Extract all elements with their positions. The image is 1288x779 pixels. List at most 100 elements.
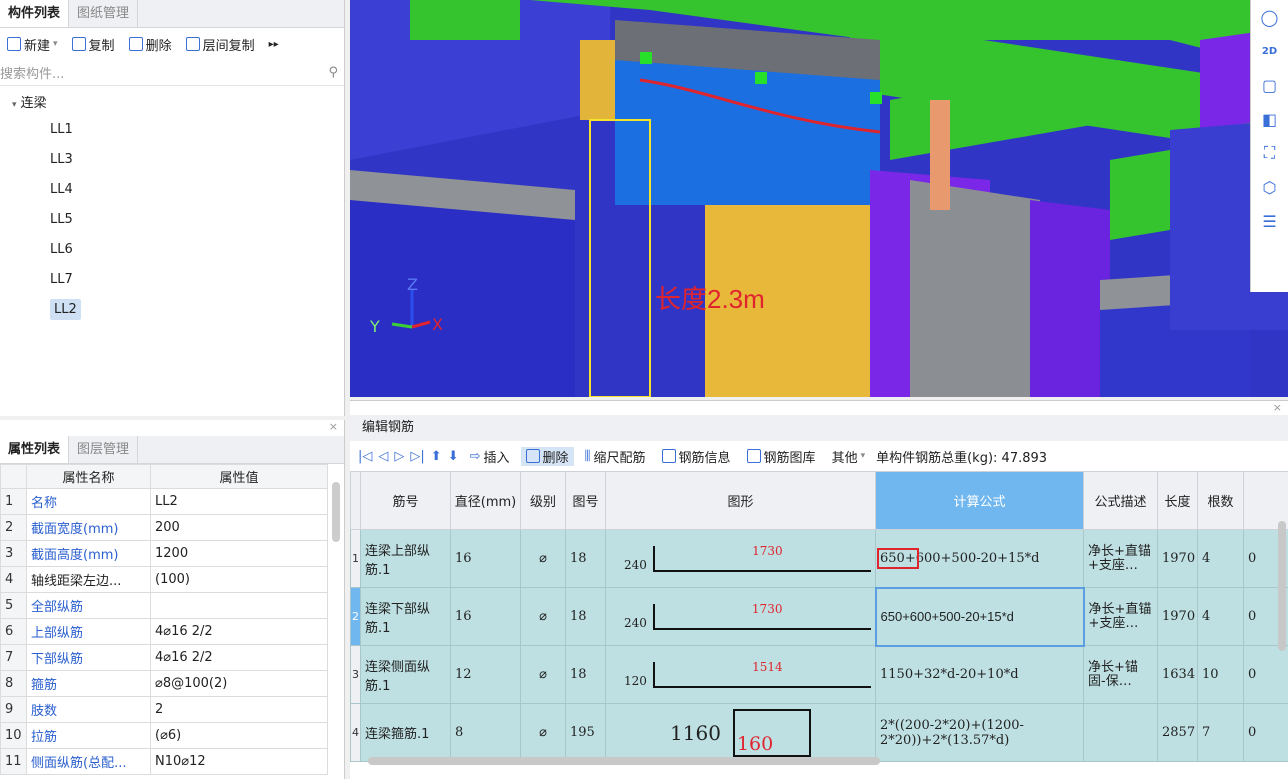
search-input[interactable]: 搜索构件... ⚲ — [0, 60, 344, 86]
vertical-scrollbar[interactable] — [1278, 521, 1286, 651]
bar-formula-desc[interactable] — [1083, 703, 1158, 762]
table-row[interactable]: 2 连梁下部纵筋.1 16 ⌀ 18 240 1730 650+600+500-20+15*d… — [350, 586, 1288, 647]
bar-grade[interactable]: ⌀ — [520, 703, 566, 762]
bar-count[interactable]: 4 — [1197, 529, 1244, 588]
property-row[interactable]: 9 肢数 2 — [0, 696, 328, 723]
bar-grade[interactable]: ⌀ — [520, 529, 566, 588]
bar-extra[interactable]: 0 — [1243, 703, 1288, 762]
bar-length[interactable]: 1970 — [1157, 587, 1198, 646]
3d-viewport[interactable]: 长度2.3m Z X Y ◯ 2D ▢ ◧ ⛶ ⬡ ☰ — [350, 0, 1288, 397]
bar-name[interactable]: 连梁侧面纵筋.1 — [360, 645, 451, 704]
tab-property-list[interactable]: 属性列表 — [0, 436, 70, 463]
tree-item[interactable]: LL5 — [0, 205, 344, 235]
fit-view-icon[interactable]: ⛶ — [1251, 136, 1288, 170]
property-row[interactable]: 3 截面高度(mm) 1200 — [0, 540, 328, 567]
bar-figure-no[interactable]: 18 — [565, 645, 606, 704]
more-tools-button[interactable]: ▸▸ — [264, 39, 284, 50]
other-menu-button[interactable]: 其他 ▾ — [827, 447, 871, 466]
table-row[interactable]: 3 连梁侧面纵筋.1 12 ⌀ 18 120 1514 1150+32*d-20+10*d 净长… — [350, 645, 1288, 704]
property-row[interactable]: 10 拉筋 (⌀6) — [0, 722, 328, 749]
bar-formula[interactable]: 650+600+500-20+15*d — [874, 586, 1085, 647]
first-icon[interactable]: |◁ — [358, 449, 372, 464]
bar-formula[interactable]: 2*((200-2*20)+(1200-2*20))+2*(13.57*d) — [875, 703, 1084, 762]
delete-button[interactable]: 删除 — [124, 35, 177, 54]
bar-count[interactable]: 10 — [1197, 645, 1244, 704]
scrollbar[interactable] — [332, 482, 340, 542]
table-row[interactable]: 4 连梁箍筋.1 8 ⌀ 195 1160 160 2*((200-2*20)+(1200-2… — [350, 703, 1288, 762]
scale-rebar-button[interactable]: ⫼ 缩尺配筋 — [580, 447, 651, 466]
close-icon[interactable]: × — [0, 420, 344, 436]
bar-diameter[interactable]: 12 — [450, 645, 521, 704]
new-button[interactable]: 新建 ▾ — [2, 35, 63, 54]
tab-drawing-management[interactable]: 图纸管理 — [69, 0, 139, 27]
bar-formula-desc[interactable]: 净长+锚固-保… — [1083, 645, 1158, 704]
bar-diameter[interactable]: 16 — [450, 587, 521, 646]
3d-solid-icon[interactable]: ◧ — [1251, 102, 1288, 136]
property-row[interactable]: 1 名称 LL2 — [0, 488, 328, 515]
3d-box-icon[interactable]: ▢ — [1251, 68, 1288, 102]
property-value[interactable]: 200 — [150, 514, 328, 541]
property-value[interactable]: ⌀8@100(2) — [150, 670, 328, 697]
insert-button[interactable]: ⇨ 插入 — [465, 447, 515, 466]
property-value[interactable]: (100) — [150, 566, 328, 593]
bar-formula-desc[interactable]: 净长+直锚+支座… — [1083, 587, 1158, 646]
property-value[interactable]: 2 — [150, 696, 328, 723]
tree-item-selected[interactable]: LL2 — [0, 295, 344, 325]
delete-rebar-button[interactable]: 删除 — [520, 446, 574, 466]
bar-figure-no[interactable]: 18 — [565, 587, 606, 646]
property-value[interactable]: 4⌀16 2/2 — [150, 644, 328, 671]
tree-item[interactable]: LL3 — [0, 145, 344, 175]
bar-formula[interactable]: 650+600+500-20+15*d — [875, 529, 1084, 588]
tree-root-coupling-beam[interactable]: ▾ 连梁 — [0, 86, 344, 115]
bar-name[interactable]: 连梁箍筋.1 — [360, 703, 451, 762]
property-row[interactable]: 2 截面宽度(mm) 200 — [0, 514, 328, 541]
property-value[interactable]: (⌀6) — [150, 722, 328, 749]
next-icon[interactable]: ▷ — [394, 449, 404, 464]
tab-layer-management[interactable]: 图层管理 — [69, 436, 139, 463]
tree-item[interactable]: LL7 — [0, 265, 344, 295]
prev-icon[interactable]: ◁ — [378, 449, 388, 464]
property-value[interactable] — [150, 592, 328, 619]
property-row[interactable]: 6 上部纵筋 4⌀16 2/2 — [0, 618, 328, 645]
2d-view-icon[interactable]: 2D — [1251, 34, 1288, 68]
tree-item[interactable]: LL6 — [0, 235, 344, 265]
bar-shape-cell[interactable]: 240 1730 — [605, 587, 876, 646]
rebar-library-button[interactable]: 钢筋图库 — [742, 447, 821, 466]
bar-name[interactable]: 连梁上部纵筋.1 — [360, 529, 451, 588]
bar-diameter[interactable]: 16 — [450, 529, 521, 588]
orbit-icon[interactable]: ◯ — [1251, 0, 1288, 34]
last-icon[interactable]: ▷| — [410, 449, 424, 464]
bar-shape-cell[interactable]: 1160 160 — [605, 703, 876, 762]
property-value[interactable]: 4⌀16 2/2 — [150, 618, 328, 645]
tree-item[interactable]: LL4 — [0, 175, 344, 205]
bar-length[interactable]: 1970 — [1157, 529, 1198, 588]
property-row[interactable]: 11 侧面纵筋(总配... N10⌀12 — [0, 748, 328, 775]
bar-length[interactable]: 1634 — [1157, 645, 1198, 704]
tree-item[interactable]: LL1 — [0, 115, 344, 145]
bar-figure-no[interactable]: 195 — [565, 703, 606, 762]
bar-count[interactable]: 4 — [1197, 587, 1244, 646]
bar-grade[interactable]: ⌀ — [520, 587, 566, 646]
property-row[interactable]: 5 全部纵筋 — [0, 592, 328, 619]
bar-grade[interactable]: ⌀ — [520, 645, 566, 704]
row-index[interactable]: 3 — [350, 645, 361, 704]
tab-component-list[interactable]: 构件列表 — [0, 0, 70, 27]
display-settings-icon[interactable]: ☰ — [1251, 204, 1288, 238]
floor-copy-button[interactable]: 层间复制 — [181, 35, 260, 54]
horizontal-scrollbar[interactable] — [368, 757, 880, 765]
close-icon[interactable]: × — [350, 401, 1288, 415]
property-value[interactable]: LL2 — [150, 488, 328, 515]
bar-diameter[interactable]: 8 — [450, 703, 521, 762]
property-value[interactable]: 1200 — [150, 540, 328, 567]
table-row[interactable]: 1 连梁上部纵筋.1 16 ⌀ 18 240 1730 650+600+500-20+15*d… — [350, 529, 1288, 588]
bar-shape-cell[interactable]: 120 1514 — [605, 645, 876, 704]
bar-name[interactable]: 连梁下部纵筋.1 — [360, 587, 451, 646]
property-row[interactable]: 8 箍筋 ⌀8@100(2) — [0, 670, 328, 697]
bar-extra[interactable]: 0 — [1243, 645, 1288, 704]
property-value[interactable]: N10⌀12 — [150, 748, 328, 775]
copy-button[interactable]: 复制 — [67, 35, 120, 54]
row-index[interactable]: 1 — [350, 529, 361, 588]
property-row[interactable]: 7 下部纵筋 4⌀16 2/2 — [0, 644, 328, 671]
bar-figure-no[interactable]: 18 — [565, 529, 606, 588]
bar-formula-desc[interactable]: 净长+直锚+支座… — [1083, 529, 1158, 588]
